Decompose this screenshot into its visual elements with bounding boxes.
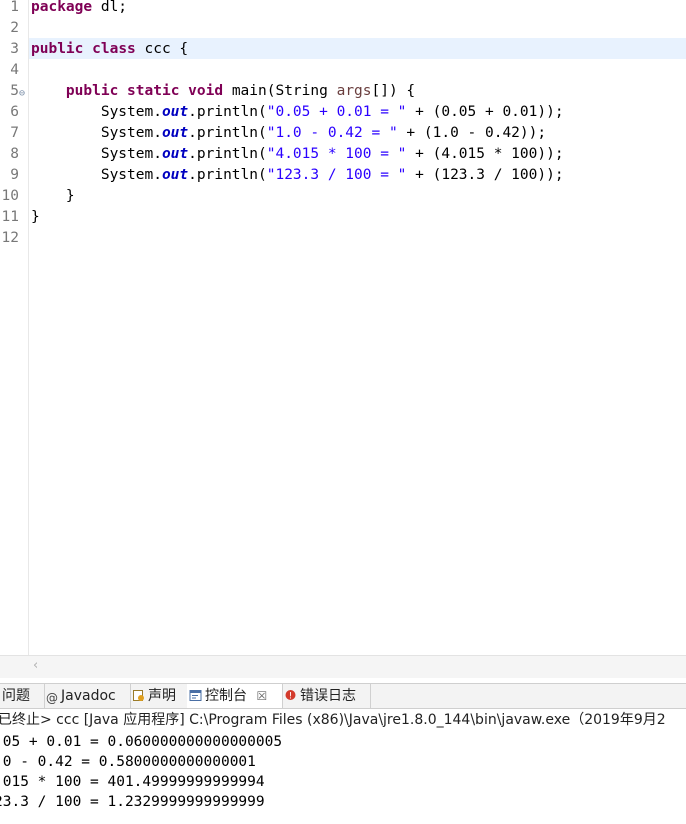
code-token: } (31, 209, 40, 225)
tab-problems[interactable]: 问题 (0, 684, 45, 708)
view-tab-bar: 问题 @ Javadoc 声明 控制台 ☒ ! 错误日志 (0, 683, 686, 709)
code-token: void (188, 83, 224, 99)
code-line: } (31, 207, 40, 228)
tab-problems-label: 问题 (2, 688, 30, 704)
tab-console[interactable]: 控制台 ☒ (187, 684, 283, 708)
code-token: System. (31, 146, 162, 162)
error-log-icon: ! (284, 686, 297, 702)
tab-declaration[interactable]: 声明 (130, 684, 188, 708)
line-number: 10 (1, 188, 19, 204)
code-line: public static void main(String args[]) { (31, 81, 415, 102)
code-token: class (92, 41, 136, 57)
code-line: package dl; (31, 0, 127, 18)
code-token: static (127, 83, 180, 99)
code-token: .println( (188, 167, 267, 183)
horizontal-scrollbar[interactable]: ‹ (0, 655, 686, 678)
close-tab-icon[interactable]: ☒ (256, 689, 267, 703)
tab-javadoc[interactable]: @ Javadoc (44, 684, 131, 708)
line-number: 7 (10, 125, 19, 141)
line-number: 8 (10, 146, 19, 162)
console-output-line: .015 * 100 = 401.49999999999994 (0, 774, 265, 790)
code-token: System. (31, 167, 162, 183)
code-token: "123.3 / 100 = " (266, 167, 407, 183)
line-number: 5 (10, 83, 19, 99)
code-token: System. (31, 104, 162, 120)
code-token: args (336, 83, 372, 99)
code-line: System.out.println("0.05 + 0.01 = " + (0… (31, 102, 564, 123)
console-status-line: 已终止> ccc [Java 应用程序] C:\Program Files (x… (0, 712, 666, 728)
code-line: } (31, 186, 75, 207)
code-token: ccc { (135, 41, 189, 57)
code-token: + (123.3 / 100)); (406, 167, 564, 183)
svg-text:!: ! (289, 692, 293, 702)
tab-declaration-label: 声明 (148, 688, 176, 704)
line-number: 6 (10, 104, 19, 120)
code-line: System.out.println("1.0 - 0.42 = " + (1.… (31, 123, 546, 144)
code-token: "4.015 * 100 = " (266, 146, 407, 162)
line-number: 11 (1, 209, 19, 225)
code-token: + (1.0 - 0.42)); (397, 125, 547, 141)
line-number: 2 (10, 20, 19, 36)
javadoc-icon: @ (46, 691, 58, 705)
console-icon (189, 686, 202, 701)
code-token: main(String (223, 83, 337, 99)
code-token: } (31, 188, 75, 204)
tab-error-log-label: 错误日志 (300, 688, 356, 704)
console-output-line: .05 + 0.01 = 0.060000000000000005 (0, 734, 283, 750)
declaration-icon (132, 686, 145, 701)
console-output-line: 23.3 / 100 = 1.2329999999999999 (0, 794, 265, 810)
tab-error-log[interactable]: ! 错误日志 (282, 684, 371, 708)
line-number: 4 (10, 62, 19, 78)
code-editor[interactable]: 1 2 3 4 5 6 7 8 9 10 11 12 ⊖ package dl; public clas… (0, 0, 686, 655)
code-line: public class ccc { (31, 39, 188, 60)
console-output-panel[interactable]: 已终止> ccc [Java 应用程序] C:\Program Files (x… (0, 709, 686, 824)
line-number: 1 (10, 0, 19, 15)
code-token: public (65, 83, 119, 99)
scroll-left-icon[interactable]: ‹ (33, 658, 38, 673)
code-token: "0.05 + 0.01 = " (266, 104, 407, 120)
line-number: 12 (1, 230, 19, 246)
code-token: package (31, 0, 93, 15)
code-token: out (161, 125, 189, 141)
code-token: .println( (188, 125, 267, 141)
code-token: out (161, 167, 189, 183)
fold-collapse-icon[interactable]: ⊖ (19, 83, 25, 104)
code-token: .println( (188, 146, 267, 162)
code-token: + (0.05 + 0.01)); (406, 104, 564, 120)
console-output-line: .0 - 0.42 = 0.5800000000000001 (0, 754, 256, 770)
code-token: out (161, 146, 189, 162)
line-number: 9 (10, 167, 19, 183)
code-token: []) { (371, 83, 416, 99)
code-token: out (161, 104, 189, 120)
code-token: System. (31, 125, 162, 141)
tab-javadoc-label: Javadoc (61, 688, 116, 704)
code-token: .println( (188, 104, 267, 120)
code-token: "1.0 - 0.42 = " (266, 125, 398, 141)
code-token: dl; (92, 0, 128, 15)
code-token: + (4.015 * 100)); (406, 146, 564, 162)
code-token: public (31, 41, 84, 57)
tab-console-label: 控制台 (205, 688, 247, 704)
code-line: System.out.println("4.015 * 100 = " + (4… (31, 144, 564, 165)
code-line: System.out.println("123.3 / 100 = " + (1… (31, 165, 564, 186)
line-number: 3 (10, 41, 19, 57)
